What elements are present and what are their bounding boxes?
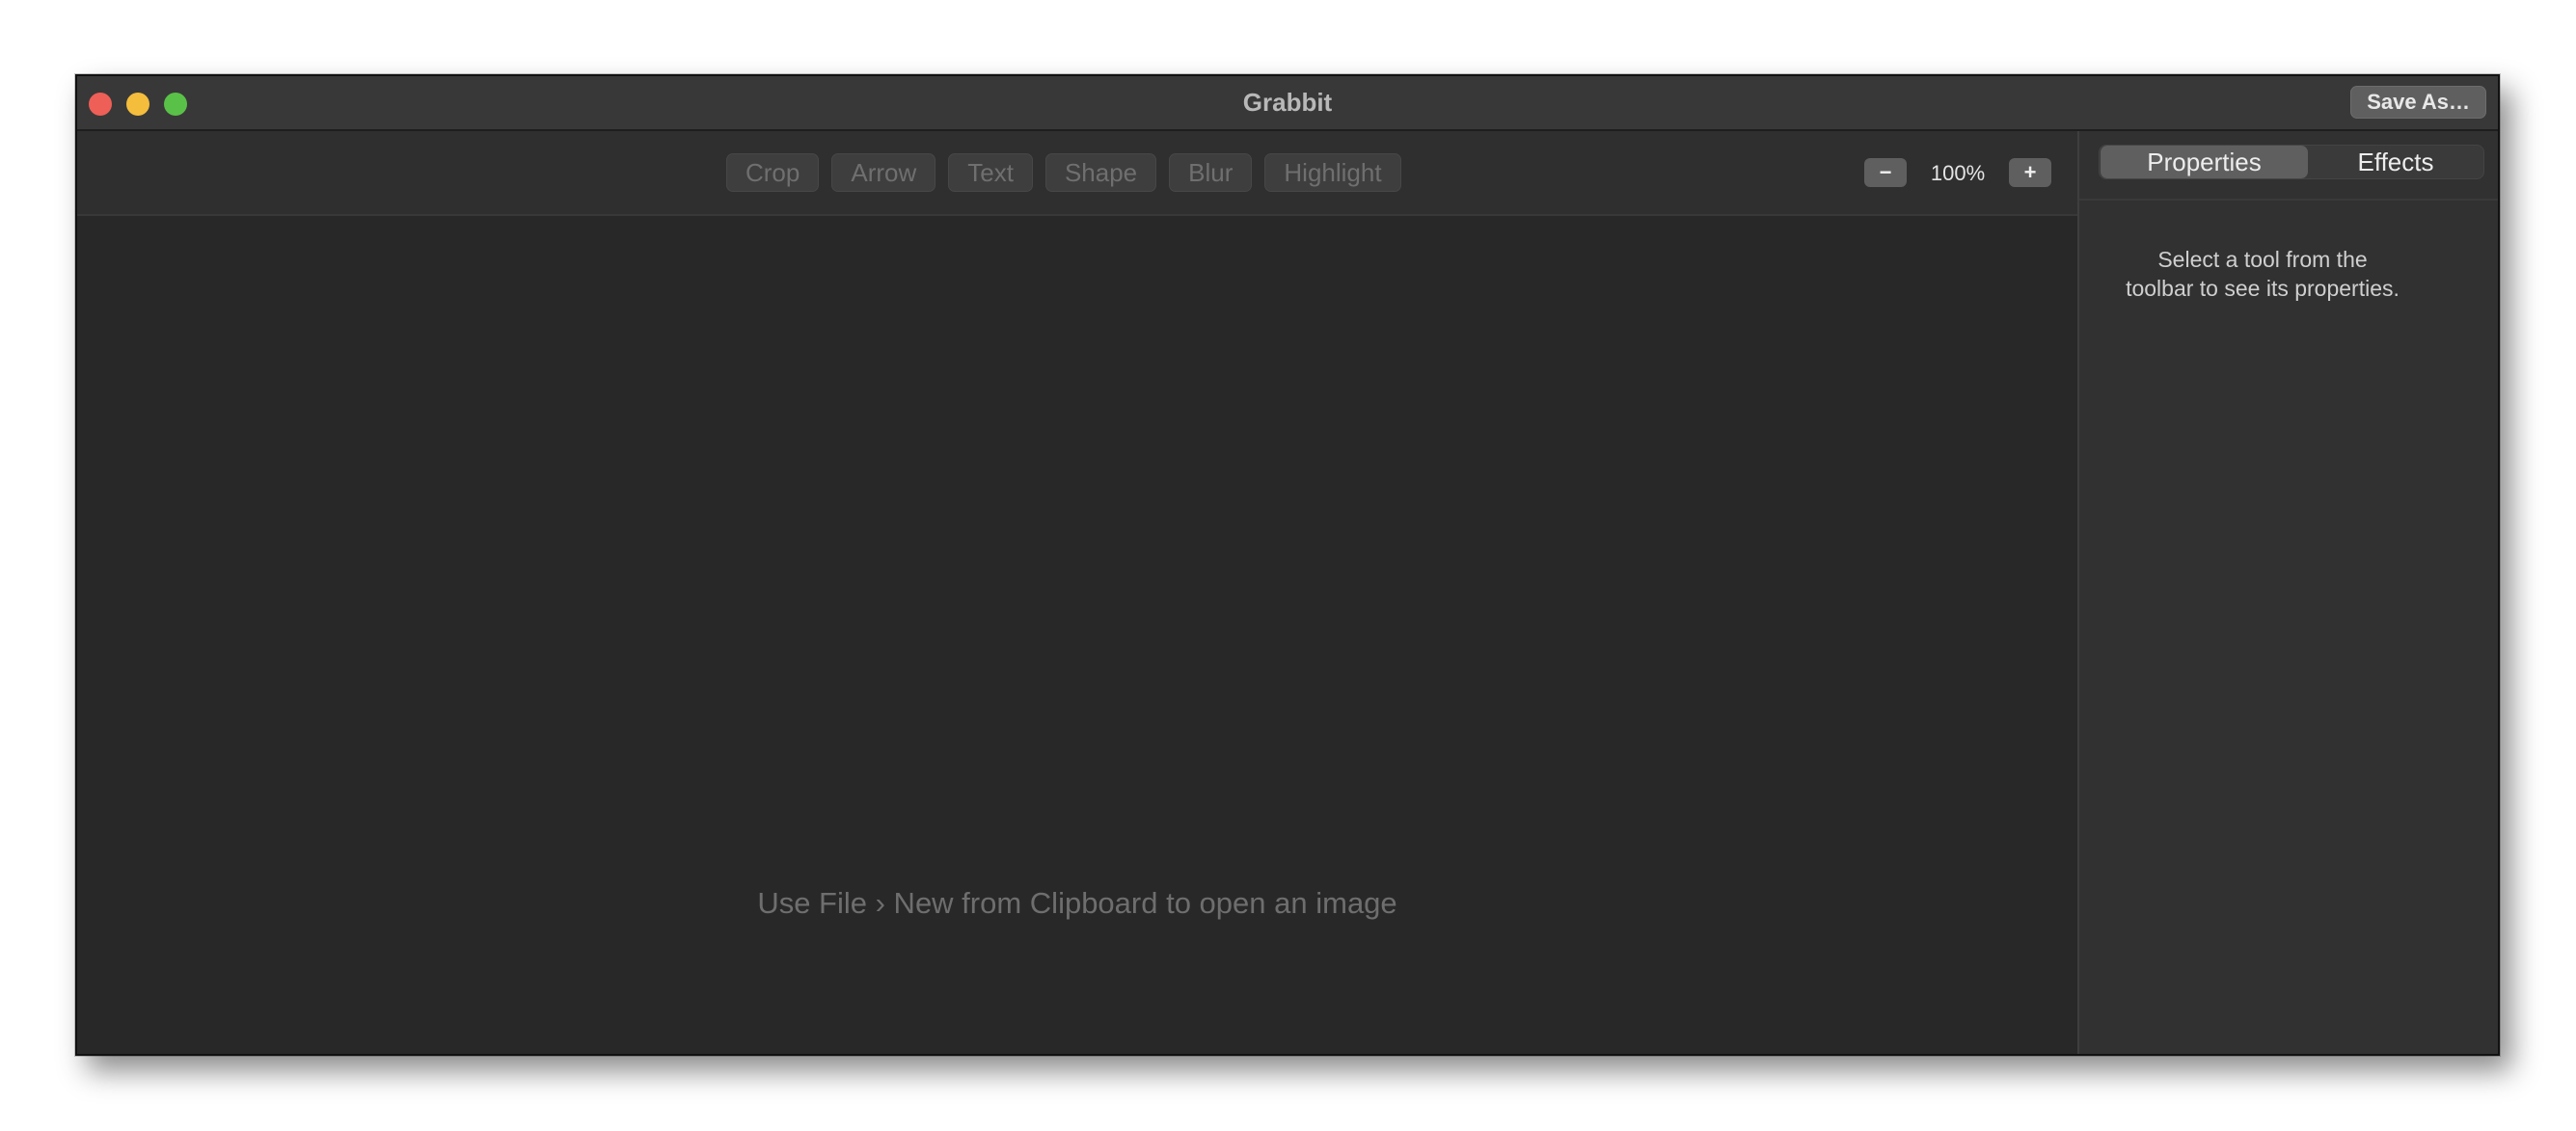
empty-canvas-message: Use File › New from Clipboard to open an… <box>757 886 1397 920</box>
blur-tool-button[interactable]: Blur <box>1169 153 1253 192</box>
highlight-tool-button[interactable]: Highlight <box>1264 153 1401 192</box>
app-window: Grabbit Save As… Crop Arrow Text Shape B… <box>75 74 2500 1056</box>
properties-hint-line-2: toolbar to see its properties. <box>2126 276 2400 301</box>
zoom-out-button[interactable]: − <box>1864 158 1907 187</box>
zoom-in-button[interactable]: + <box>2009 158 2051 187</box>
title-bar: Grabbit Save As… <box>77 76 2498 131</box>
text-tool-button[interactable]: Text <box>948 153 1033 192</box>
tool-toolbar: Crop Arrow Text Shape Blur Highlight − 1… <box>77 131 2077 216</box>
window-title: Grabbit <box>1242 88 1333 117</box>
arrow-tool-button[interactable]: Arrow <box>831 153 936 192</box>
tool-group: Crop Arrow Text Shape Blur Highlight <box>726 153 1401 192</box>
shape-tool-button[interactable]: Shape <box>1044 153 1157 192</box>
tab-effects[interactable]: Effects <box>2308 146 2483 178</box>
properties-sidebar: Properties Effects Select a tool from th… <box>2077 131 2498 1054</box>
save-as-button[interactable]: Save As… <box>2350 86 2486 119</box>
properties-hint: Select a tool from the toolbar to see it… <box>2079 245 2446 303</box>
tab-properties[interactable]: Properties <box>2101 146 2308 178</box>
zoom-level: 100% <box>1930 161 1986 185</box>
crop-tool-button[interactable]: Crop <box>726 153 820 192</box>
sidebar-divider <box>2079 199 2498 201</box>
properties-hint-line-1: Select a tool from the <box>2157 247 2368 272</box>
sidebar-segmented-control: Properties Effects <box>2099 145 2484 179</box>
canvas-area[interactable]: Crop Arrow Text Shape Blur Highlight − 1… <box>77 131 2077 1054</box>
